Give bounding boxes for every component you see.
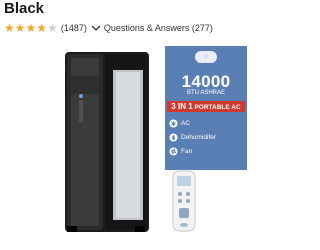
feature-band: 3 IN 1 PORTABLE AC — [167, 101, 245, 112]
feature-fan: Fan — [169, 147, 192, 156]
portable-ac-unit-image — [65, 52, 149, 232]
rating-row: ★ ★ ★ ★ ★ (1487) Questions & Answers (27… — [4, 21, 213, 35]
review-count-link[interactable]: (1487) — [61, 23, 87, 33]
feature-label: Fan — [181, 148, 193, 155]
specs-panel: ○ 14000 BTU ASHRAE 3 IN 1 PORTABLE AC ✱ … — [165, 46, 247, 170]
band-prefix: 3 IN 1 — [171, 102, 193, 111]
svg-text:✱: ✱ — [171, 121, 176, 128]
btu-value: 14000 — [181, 72, 231, 91]
chevron-down-icon[interactable] — [91, 23, 101, 33]
band-text: PORTABLE AC — [194, 104, 241, 111]
star-empty-icon: ★ — [47, 21, 58, 35]
rating-stars[interactable]: ★ ★ ★ ★ ★ — [4, 22, 58, 34]
product-title: Black — [4, 0, 45, 17]
star-icon: ★ — [4, 21, 15, 35]
questions-answers-link[interactable]: Questions & Answers (277) — [104, 23, 213, 33]
feature-label: Dehumidifer — [181, 134, 217, 141]
water-drop-icon — [169, 133, 178, 142]
feature-label: AC — [181, 120, 191, 127]
feature-dehumidifier: Dehumidifer — [169, 133, 216, 142]
remote-control-image — [172, 170, 196, 232]
product-image[interactable]: ○ 14000 BTU ASHRAE 3 IN 1 PORTABLE AC ✱ … — [0, 38, 250, 250]
brand-logo: ○ — [195, 51, 217, 63]
fan-icon — [169, 147, 178, 156]
feature-ac: ✱ AC — [169, 119, 190, 128]
star-icon: ★ — [36, 21, 48, 35]
snowflake-icon: ✱ — [169, 119, 178, 128]
star-icon: ★ — [25, 21, 37, 35]
btu-label: BTU ASHRAE — [186, 90, 225, 96]
star-icon: ★ — [14, 21, 26, 35]
